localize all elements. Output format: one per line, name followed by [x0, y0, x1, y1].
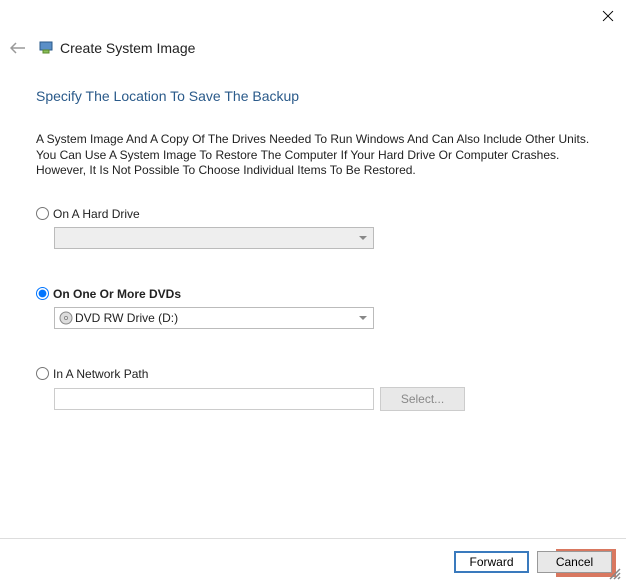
- dvds-dropdown-value: DVD RW Drive (D:): [75, 311, 178, 325]
- resize-grip-icon[interactable]: [606, 565, 624, 583]
- divider: [0, 538, 626, 539]
- back-arrow-icon[interactable]: [10, 42, 26, 54]
- radio-hard-drive[interactable]: [36, 207, 49, 220]
- hard-drive-dropdown: [54, 227, 374, 249]
- description-text: A System Image And A Copy Of The Drives …: [36, 132, 590, 179]
- option-dvds: On One Or More DVDs DVD RW Drive (D:): [36, 287, 590, 329]
- dvds-dropdown[interactable]: DVD RW Drive (D:): [54, 307, 374, 329]
- section-title: Specify The Location To Save The Backup: [36, 88, 590, 104]
- content-area: Specify The Location To Save The Backup …: [36, 88, 590, 411]
- select-button: Select...: [380, 387, 465, 411]
- network-path-input: [54, 388, 374, 410]
- cancel-button[interactable]: Cancel: [537, 551, 612, 573]
- option-hard-drive: On A Hard Drive: [36, 207, 590, 249]
- system-image-icon: [38, 40, 54, 56]
- chevron-down-icon: [359, 316, 367, 320]
- radio-label-network[interactable]: In A Network Path: [53, 367, 148, 381]
- window-title: Create System Image: [60, 40, 195, 56]
- footer-buttons: Forward Cancel: [454, 551, 612, 573]
- chevron-down-icon: [359, 236, 367, 240]
- radio-label-hard-drive[interactable]: On A Hard Drive: [53, 207, 140, 221]
- window-header: Create System Image: [38, 40, 195, 56]
- radio-dvds[interactable]: [36, 287, 49, 300]
- option-network: In A Network Path Select...: [36, 367, 590, 411]
- forward-button[interactable]: Forward: [454, 551, 529, 573]
- radio-network[interactable]: [36, 367, 49, 380]
- disc-icon: [59, 311, 73, 325]
- close-icon[interactable]: [600, 8, 616, 24]
- radio-label-dvds[interactable]: On One Or More DVDs: [53, 287, 181, 301]
